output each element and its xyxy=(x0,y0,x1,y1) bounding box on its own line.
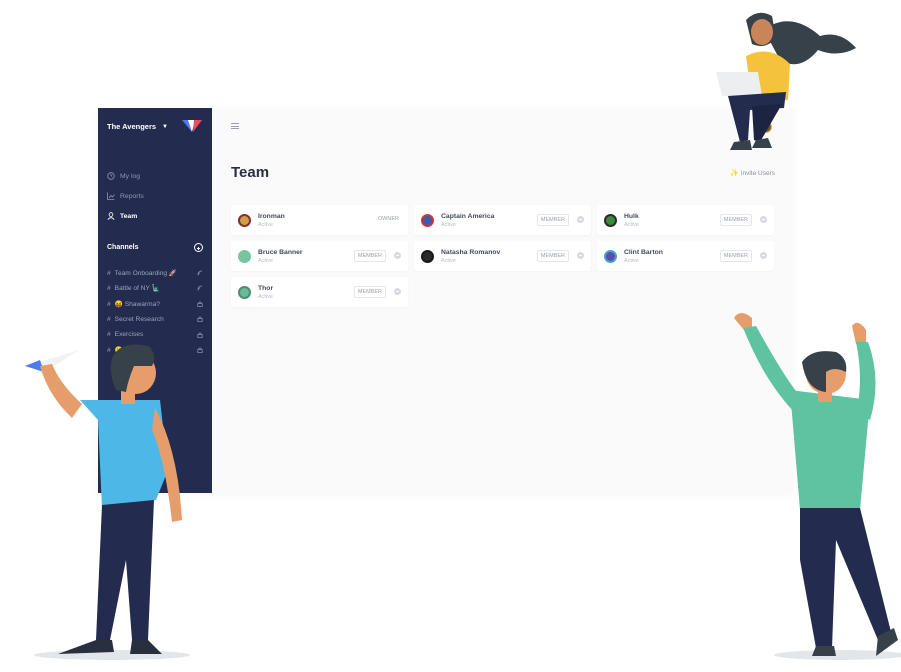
avatar xyxy=(421,213,434,227)
channels-title: Channels xyxy=(107,244,139,251)
ground-shadow xyxy=(34,650,190,660)
member-status: Active xyxy=(441,257,456,264)
remove-member-icon[interactable] xyxy=(577,252,584,259)
member-card[interactable]: Ironman Active OWNER xyxy=(231,205,408,235)
avatar xyxy=(238,285,251,299)
remove-member-icon[interactable] xyxy=(760,252,767,259)
member-status: Active xyxy=(624,221,639,228)
hash-icon: # xyxy=(107,347,111,355)
role-dropdown[interactable]: MEMBER xyxy=(719,250,752,262)
channel-label: Secret Research xyxy=(114,315,164,323)
sidebar: The Avengers ▼ My log Reports Team Chann… xyxy=(98,108,212,493)
logo-icon xyxy=(182,120,202,132)
add-channel-icon[interactable] xyxy=(194,243,203,252)
sidebar-item-team[interactable]: Team xyxy=(107,206,207,226)
member-status: Active xyxy=(258,257,273,264)
role-dropdown[interactable]: MEMBER xyxy=(719,214,752,226)
chart-icon xyxy=(107,192,115,200)
member-status: Active xyxy=(624,257,639,264)
sidebar-item-reports[interactable]: Reports xyxy=(107,186,207,206)
hash-icon: # xyxy=(107,300,111,308)
clock-icon xyxy=(107,172,115,180)
avatar xyxy=(238,249,251,263)
channel-item[interactable]: # 😝 Shawarma? xyxy=(107,296,203,312)
channel-label: 😝 Shawarma? xyxy=(114,300,160,308)
invite-users-button[interactable]: ✨ Invite Users xyxy=(729,169,775,178)
role-dropdown[interactable]: MEMBER xyxy=(536,250,569,262)
broadcast-icon xyxy=(197,285,203,291)
invite-users-label: Invite Users xyxy=(740,169,775,177)
member-card[interactable]: Thor Active MEMBER xyxy=(231,277,408,307)
lock-icon xyxy=(197,347,203,354)
avatar xyxy=(604,249,617,263)
avatar[interactable] xyxy=(760,121,772,133)
remove-member-icon[interactable] xyxy=(577,216,584,223)
member-grid: Ironman Active OWNER Captain America Activ… xyxy=(231,205,776,307)
role-badge: OWNER xyxy=(377,216,399,222)
channel-list: # Team Onboarding 🚀 # Battle of NY 🗽 # 😝 Sh… xyxy=(107,265,203,358)
main-content: Team ✨ Invite Users Ironman Active OWNER … xyxy=(212,108,793,493)
sidebar-item-my-log[interactable]: My log xyxy=(107,166,207,186)
member-name: Ironman xyxy=(258,212,285,220)
member-name: Thor xyxy=(258,284,274,292)
avatar xyxy=(604,213,617,227)
role-dropdown[interactable]: MEMBER xyxy=(353,286,386,298)
remove-member-icon[interactable] xyxy=(760,216,767,223)
channel-item[interactable]: # Battle of NY 🗽 xyxy=(107,281,203,297)
member-name: Hulk xyxy=(624,212,639,220)
member-card[interactable]: Clint Barton Active MEMBER xyxy=(597,241,774,271)
lock-icon xyxy=(197,332,203,338)
remove-member-icon[interactable] xyxy=(394,252,401,259)
remove-member-icon[interactable] xyxy=(394,288,401,295)
hamburger-menu-icon[interactable] xyxy=(231,123,239,129)
channel-label: Exercises xyxy=(114,331,144,339)
channel-item[interactable]: # Team Onboarding 🚀 xyxy=(107,265,203,281)
ground-shadow xyxy=(774,650,901,660)
member-name: Captain America xyxy=(441,212,495,220)
sidebar-item-label: Reports xyxy=(120,192,144,200)
member-card[interactable]: Bruce Banner Active MEMBER xyxy=(231,241,408,271)
member-card[interactable]: Captain America Active MEMBER xyxy=(414,205,591,235)
hash-icon: # xyxy=(107,269,111,277)
chevron-down-icon: ▼ xyxy=(162,123,168,130)
member-name: Bruce Banner xyxy=(258,248,303,256)
role-dropdown[interactable]: MEMBER xyxy=(536,214,569,226)
channel-label: 🙂 Proposal xyxy=(114,347,151,355)
channels-header: Channels xyxy=(107,243,203,252)
broadcast-icon xyxy=(197,270,203,276)
channel-item[interactable]: # Exercises xyxy=(107,327,203,343)
avatar xyxy=(421,249,434,263)
member-name: Clint Barton xyxy=(624,248,663,256)
member-card[interactable]: Hulk Active MEMBER xyxy=(597,205,774,235)
member-card[interactable]: Natasha Romanov Active MEMBER xyxy=(414,241,591,271)
workspace-switcher[interactable]: The Avengers ▼ xyxy=(107,122,168,131)
app-window: The Avengers ▼ My log Reports Team Chann… xyxy=(98,108,793,493)
member-status: Active xyxy=(258,221,273,228)
channel-label: Battle of NY 🗽 xyxy=(114,285,160,293)
workspace-name: The Avengers xyxy=(107,122,157,131)
channel-label: Team Onboarding 🚀 xyxy=(114,269,178,277)
lock-icon xyxy=(197,316,203,323)
channel-item[interactable]: # Secret Research xyxy=(107,312,203,328)
page-title: Team xyxy=(231,164,270,181)
member-status: Active xyxy=(441,221,456,228)
member-name: Natasha Romanov xyxy=(441,248,501,256)
user-icon xyxy=(107,212,115,220)
hash-icon: # xyxy=(107,315,111,323)
hash-icon: # xyxy=(107,285,111,293)
sidebar-nav: My log Reports Team xyxy=(107,166,207,226)
sidebar-item-label: Team xyxy=(120,212,138,220)
sidebar-item-label: My log xyxy=(120,172,141,180)
avatar xyxy=(238,213,251,227)
lock-icon xyxy=(197,301,203,307)
channel-item[interactable]: # 🙂 Proposal xyxy=(107,343,203,359)
hash-icon: # xyxy=(107,331,111,339)
sparkle-icon: ✨ xyxy=(729,170,739,177)
member-status: Active xyxy=(258,293,273,300)
role-dropdown[interactable]: MEMBER xyxy=(353,250,386,262)
